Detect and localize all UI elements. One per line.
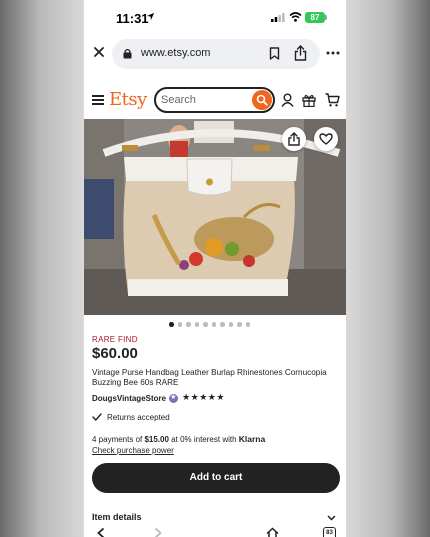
image-share-button[interactable] xyxy=(282,127,306,151)
home-icon[interactable] xyxy=(266,527,279,537)
search-icon xyxy=(256,94,268,106)
hamburger-menu-icon[interactable] xyxy=(92,95,104,105)
star-seller-icon xyxy=(169,393,179,403)
check-purchase-power-link[interactable]: Check purchase power xyxy=(92,446,174,455)
returns-row: Returns accepted xyxy=(92,411,170,423)
product-title: Vintage Purse Handbag Leather Burlap Rhi… xyxy=(92,368,327,387)
status-time: 11:31 xyxy=(116,11,149,26)
chevron-down-icon[interactable] xyxy=(327,515,336,521)
status-bar: 11:31 87 xyxy=(84,0,346,36)
gift-icon[interactable] xyxy=(302,93,316,107)
battery-tip xyxy=(325,15,327,20)
handbag-photo xyxy=(84,119,346,315)
checkmark-icon xyxy=(92,413,102,421)
add-to-cart-button[interactable]: Add to cart xyxy=(92,463,340,493)
url-text: www.etsy.com xyxy=(141,47,211,59)
browser-bottom-toolbar: 83 xyxy=(84,522,346,537)
address-bar[interactable]: www.etsy.com xyxy=(112,39,320,69)
klarna-installments: 4 payments of $15.00 at 0% interest with… xyxy=(92,434,265,444)
more-options-icon[interactable] xyxy=(326,51,340,55)
back-arrow-icon[interactable] xyxy=(97,528,105,537)
share-icon xyxy=(288,132,300,146)
carousel-dot[interactable] xyxy=(220,322,225,327)
rare-find-badge: RARE FIND xyxy=(92,335,138,344)
carousel-dots xyxy=(169,322,250,327)
shop-name-link[interactable]: DougsVintageStore xyxy=(92,394,166,403)
klarna-logo: Klarna xyxy=(238,434,266,444)
etsy-header: Etsy xyxy=(84,84,346,116)
browser-bar: www.etsy.com xyxy=(84,36,346,72)
installment-amount: $15.00 xyxy=(144,435,169,444)
product-image[interactable] xyxy=(84,119,346,315)
search-box xyxy=(154,87,275,113)
cellular-signal-icon xyxy=(271,13,285,22)
close-icon[interactable] xyxy=(92,45,106,59)
share-icon[interactable] xyxy=(294,45,307,61)
product-price: $60.00 xyxy=(92,345,138,362)
shop-row[interactable]: DougsVintageStore ★ ★★★★ xyxy=(92,392,225,404)
carousel-dot[interactable] xyxy=(169,322,174,327)
carousel-dot[interactable] xyxy=(203,322,208,327)
carousel-dot[interactable] xyxy=(194,322,199,327)
phone-screen: 11:31 87 www.etsy.com Etsy Search RARE F… xyxy=(84,0,346,537)
returns-text: Returns accepted xyxy=(107,412,170,422)
bookmark-icon[interactable] xyxy=(269,47,280,60)
carousel-dot[interactable] xyxy=(186,322,191,327)
battery-indicator: 87 xyxy=(305,12,325,23)
lock-icon xyxy=(123,48,132,59)
tabs-count-button[interactable]: 83 xyxy=(323,527,336,537)
search-button[interactable] xyxy=(252,90,272,110)
location-arrow-icon xyxy=(146,12,155,21)
wifi-icon xyxy=(289,12,302,22)
favorite-button[interactable] xyxy=(314,127,338,151)
carousel-dot[interactable] xyxy=(177,322,182,327)
account-icon[interactable] xyxy=(281,93,294,107)
rating-stars[interactable]: ★★★★★ xyxy=(182,393,225,403)
carousel-dot[interactable] xyxy=(228,322,233,327)
carousel-dot[interactable] xyxy=(237,322,242,327)
search-input[interactable] xyxy=(161,92,247,108)
cart-icon[interactable] xyxy=(325,93,340,107)
installments-suffix: at 0% interest with xyxy=(168,435,239,444)
forward-arrow-icon[interactable] xyxy=(154,528,162,537)
item-details-heading[interactable]: Item details xyxy=(92,512,142,522)
etsy-logo[interactable]: Etsy xyxy=(109,89,147,110)
heart-icon xyxy=(319,133,333,145)
installments-prefix: 4 payments of xyxy=(92,435,145,444)
carousel-dot[interactable] xyxy=(211,322,216,327)
carousel-dot[interactable] xyxy=(245,322,250,327)
